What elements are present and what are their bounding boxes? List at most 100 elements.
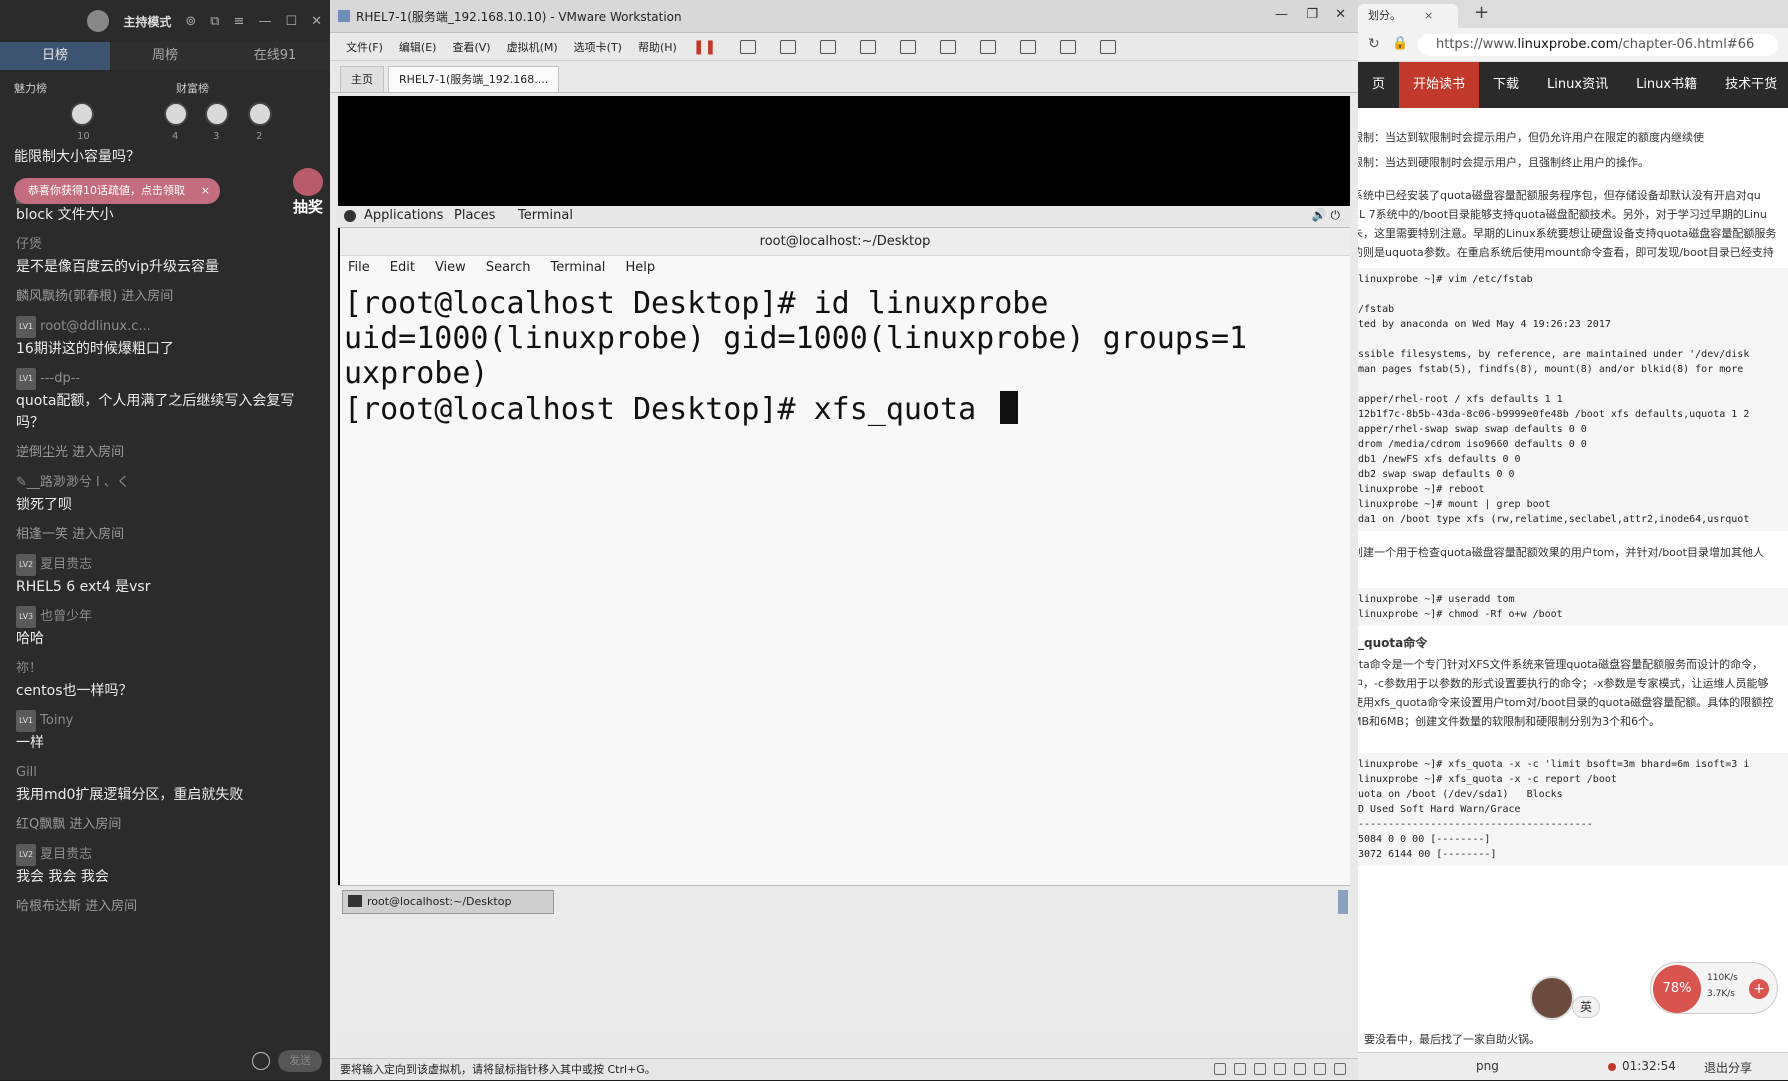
- menu-help[interactable]: 帮助(H): [638, 39, 677, 55]
- url-input[interactable]: https://www.linuxprobe.com/chapter-06.ht…: [1418, 34, 1778, 56]
- gnome-terminal-menu[interactable]: Terminal: [518, 208, 573, 223]
- chat-username[interactable]: LV3 也曾少年: [16, 606, 314, 628]
- nav-linux-books[interactable]: Linux书籍: [1622, 62, 1711, 108]
- lottery-icon: [293, 168, 323, 196]
- pause-icon[interactable]: ❚❚: [693, 39, 716, 55]
- hdd-icon[interactable]: [1214, 1063, 1226, 1075]
- chat-username[interactable]: 相逢一笑 进入房间: [16, 524, 314, 546]
- wealth-rank-avatar-2[interactable]: [205, 102, 229, 126]
- maximize-icon[interactable]: ❐: [1306, 7, 1318, 22]
- menu-tabs[interactable]: 选项卡(T): [574, 39, 622, 55]
- terminal-menu-file[interactable]: File: [348, 256, 370, 280]
- network-icon[interactable]: [1254, 1063, 1266, 1075]
- maximize-icon[interactable]: ☐: [285, 14, 297, 29]
- chat-username[interactable]: 红Q飘飘 进入房间: [16, 814, 314, 836]
- terminal-window[interactable]: root@localhost:~/Desktop File Edit View …: [340, 228, 1350, 885]
- chat-username[interactable]: LV1 Toiny: [16, 710, 314, 732]
- chat-username[interactable]: ✎__路渺渺兮 l 、く: [16, 472, 314, 494]
- boost-icon[interactable]: +: [1749, 979, 1769, 999]
- wealth-rank-avatar-3[interactable]: [248, 102, 272, 126]
- network-speed-widget[interactable]: 78% 110K/s 3.7K/s +: [1650, 962, 1778, 1014]
- chat-username[interactable]: LV2夏目贵志: [16, 554, 314, 576]
- menu-icon[interactable]: ≡: [234, 14, 245, 29]
- charm-rank-avatar[interactable]: [70, 102, 94, 126]
- ime-indicator[interactable]: 英: [1572, 996, 1600, 1018]
- url-path: /chapter-06.html#66: [1618, 37, 1755, 52]
- gnome-places-menu[interactable]: Places: [454, 208, 495, 223]
- nav-tech[interactable]: 技术干货: [1711, 62, 1788, 108]
- chat-message-list: LV2夏目贵志block 文件大小仔煲是不是像百度云的vip升级云容量麟风飘扬(…: [0, 168, 330, 926]
- nav-download[interactable]: 下载: [1479, 62, 1533, 108]
- menu-edit[interactable]: 编辑(E): [399, 39, 437, 55]
- taskbar-terminal-item[interactable]: root@localhost:~/Desktop: [342, 890, 554, 914]
- gnome-applications-menu[interactable]: Applications: [364, 208, 443, 223]
- view-thumbnail-icon[interactable]: [940, 39, 957, 54]
- nav-linux-news[interactable]: Linux资讯: [1533, 62, 1622, 108]
- wealth-rank-avatar-1[interactable]: [164, 102, 188, 126]
- snapshot-icon[interactable]: [780, 39, 797, 54]
- nav-home[interactable]: 页: [1358, 62, 1399, 108]
- sound-icon[interactable]: [1294, 1063, 1306, 1075]
- presenter-avatar: [1530, 976, 1574, 1020]
- article-paragraph: 朱，这里需要特别注意。早期的Linux系统要想让硬盘设备支持quota磁盘容量配…: [1358, 227, 1777, 240]
- tab-daily-rank[interactable]: 日榜: [0, 42, 110, 70]
- snapshot-manager-icon[interactable]: [860, 39, 877, 54]
- tab-close-icon[interactable]: ×: [1424, 4, 1433, 28]
- view-sidebar-icon[interactable]: [900, 39, 917, 54]
- minimize-icon[interactable]: —: [1275, 7, 1288, 22]
- send-ctrl-alt-del-icon[interactable]: [740, 39, 757, 54]
- tab-online[interactable]: 在线91: [220, 42, 330, 70]
- terminal-menu-help[interactable]: Help: [625, 256, 655, 280]
- revert-snapshot-icon[interactable]: [820, 39, 837, 54]
- cdrom-icon[interactable]: [1234, 1063, 1246, 1075]
- menu-file[interactable]: 文件(F): [346, 39, 383, 55]
- chat-username[interactable]: 逆倒尘光 进入房间: [16, 442, 314, 464]
- chat-username[interactable]: Gill: [16, 762, 314, 784]
- chat-username[interactable]: 哈根布达斯 进入房间: [16, 896, 314, 918]
- vmware-statusbar: 要将输入定向到该虚拟机，请将鼠标指针移入其中或按 Ctrl+G。: [330, 1058, 1358, 1080]
- close-icon[interactable]: ×: [201, 178, 210, 204]
- new-tab-icon[interactable]: +: [1474, 2, 1489, 23]
- chat-username[interactable]: LV1 root@ddlinux.c...: [16, 316, 314, 338]
- volume-icon[interactable]: 🔊 ⏻: [1312, 208, 1340, 223]
- host-avatar[interactable]: [87, 10, 110, 32]
- tab-vm[interactable]: RHEL7-1(服务端_192.168....: [388, 66, 560, 92]
- tab-weekly-rank[interactable]: 周榜: [110, 42, 220, 70]
- chat-username-text: 夏目贵志: [40, 847, 93, 862]
- fullscreen-icon[interactable]: [980, 39, 997, 54]
- terminal-menu-terminal[interactable]: Terminal: [550, 256, 605, 280]
- chat-username[interactable]: LV2夏目贵志: [16, 844, 314, 866]
- terminal-menu-search[interactable]: Search: [486, 256, 531, 280]
- minimize-icon[interactable]: —: [258, 14, 271, 29]
- stretch-icon[interactable]: [1100, 39, 1117, 54]
- terminal-output[interactable]: [root@localhost Desktop]# id linuxprobe u…: [340, 280, 1350, 433]
- settings-icon[interactable]: ⊚: [185, 14, 196, 29]
- usb-icon[interactable]: [1274, 1063, 1286, 1075]
- lottery-button[interactable]: 抽奖: [290, 168, 326, 216]
- console-icon[interactable]: [1060, 39, 1077, 54]
- unity-icon[interactable]: [1020, 39, 1037, 54]
- chat-username[interactable]: 祢！: [16, 658, 314, 680]
- workspace-pager[interactable]: [1338, 890, 1348, 914]
- menu-view[interactable]: 查看(V): [452, 39, 490, 55]
- emoji-icon[interactable]: [252, 1052, 270, 1070]
- close-icon[interactable]: ✕: [1335, 7, 1346, 22]
- terminal-menu-edit[interactable]: Edit: [390, 256, 415, 280]
- chat-username[interactable]: 麟风飘扬(郭春根) 进入房间: [16, 286, 314, 308]
- close-icon[interactable]: ✕: [311, 14, 322, 29]
- vm-display[interactable]: Applications Places Terminal 🔊 ⏻ root@lo…: [338, 96, 1350, 1036]
- refresh-icon[interactable]: ↻: [1368, 36, 1380, 52]
- tab-home[interactable]: 主页: [340, 66, 384, 92]
- popout-icon[interactable]: ⧉: [210, 14, 219, 29]
- browser-tab[interactable]: 划分。: [1358, 4, 1458, 28]
- exit-share-button[interactable]: 退出分享: [1704, 1059, 1752, 1076]
- reward-banner[interactable]: 恭喜你获得10话疏値，点击领取 ×: [14, 178, 220, 204]
- printer-icon[interactable]: [1314, 1063, 1326, 1075]
- send-button[interactable]: 发送: [278, 1050, 322, 1072]
- chat-username[interactable]: 仔煲: [16, 234, 314, 256]
- terminal-menu-view[interactable]: View: [435, 256, 466, 280]
- display-icon[interactable]: [1334, 1063, 1346, 1075]
- menu-vm[interactable]: 虚拟机(M): [507, 39, 558, 55]
- nav-start-reading[interactable]: 开始读书: [1399, 62, 1480, 108]
- chat-username[interactable]: LV1 ---dp--: [16, 368, 314, 390]
